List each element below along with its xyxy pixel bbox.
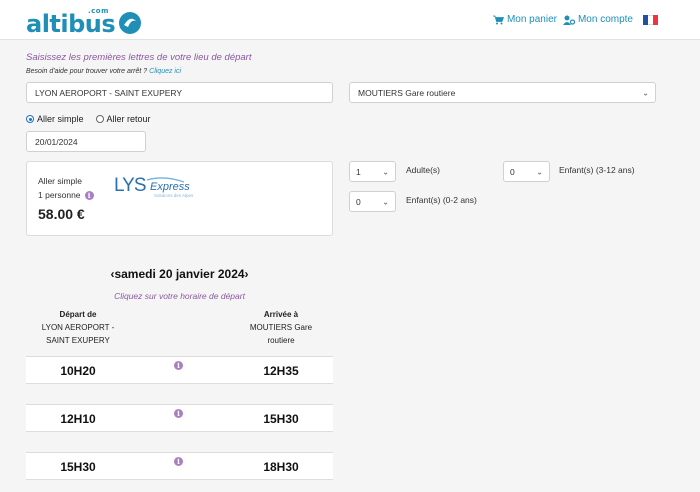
schedule-row[interactable]: 10H20 i 12H35 xyxy=(26,356,333,384)
radio-round-trip-label: Aller retour xyxy=(106,114,151,124)
stop-help-text: Besoin d'aide pour trouver votre arrêt ? xyxy=(26,68,148,75)
schedule-date-title: samedi 20 janvier 2024 xyxy=(114,267,245,281)
price-card: Aller simple 1 personne i 58.00 € LYS Ex… xyxy=(26,161,333,236)
altibus-logo[interactable]: altibus .com xyxy=(26,6,143,36)
departure-input[interactable]: LYON AEROPORT - SAINT EXUPERY xyxy=(26,82,333,103)
adults-value: 1 xyxy=(356,166,361,177)
persons-count: 1 personne i xyxy=(38,190,94,200)
shopping-cart-icon xyxy=(492,15,504,24)
departure-header-title: Départ de xyxy=(59,310,97,319)
french-flag-icon[interactable] xyxy=(643,14,658,25)
arrival-place-line2: routiere xyxy=(267,336,295,345)
info-icon[interactable]: i xyxy=(174,457,183,466)
chevron-down-icon: ⌄ xyxy=(536,167,543,176)
info-icon[interactable]: i xyxy=(174,361,183,370)
radio-round-trip[interactable]: Aller retour xyxy=(95,114,151,124)
schedule-row[interactable]: 15H30 i 18H30 xyxy=(26,452,333,480)
schedule-row[interactable]: 12H10 i 15H30 xyxy=(26,404,333,432)
persons-text: 1 personne xyxy=(38,190,81,200)
children-value: 0 xyxy=(510,166,515,177)
trip-type-text: Aller simple xyxy=(38,176,82,186)
total-price: 58.00 € xyxy=(38,206,85,222)
radio-one-way[interactable]: Aller simple xyxy=(26,114,84,124)
arrival-select[interactable]: MOUTIERS Gare routiere ⌄ xyxy=(349,82,656,103)
site-header: altibus .com Mon panier Mon compte xyxy=(0,0,700,40)
radio-indicator xyxy=(95,115,104,123)
departure-time: 12H10 xyxy=(60,412,96,426)
adults-label: Adulte(s) xyxy=(406,165,441,175)
chevron-down-icon: ⌄ xyxy=(382,167,389,176)
arrival-place-line1: MOUTIERS Gare xyxy=(249,323,313,332)
arrival-header-title: Arrivée à xyxy=(263,310,299,319)
children-label: Enfant(s) (3-12 ans) xyxy=(559,165,635,175)
schedule-date-nav: ‹samedi 20 janvier 2024› xyxy=(26,267,333,281)
arrival-select-value: MOUTIERS Gare routiere xyxy=(358,87,456,98)
stop-help-link[interactable]: Cliquez ici xyxy=(149,68,181,75)
infants-select[interactable]: 0 ⌄ xyxy=(349,191,396,212)
children-select[interactable]: 0 ⌄ xyxy=(503,161,550,182)
adults-select[interactable]: 1 ⌄ xyxy=(349,161,396,182)
user-gear-icon xyxy=(562,15,575,25)
account-link[interactable]: Mon compte xyxy=(562,14,633,25)
departure-time: 15H30 xyxy=(60,460,96,474)
account-label: Mon compte xyxy=(577,14,633,25)
svg-text:LYS: LYS xyxy=(114,175,146,196)
arrival-time: 18H30 xyxy=(263,460,299,474)
arrival-time: 12H35 xyxy=(263,364,299,378)
info-icon[interactable]: i xyxy=(174,409,183,418)
departure-place-line1: LYON AEROPORT - xyxy=(41,323,115,332)
departure-hint: Saisissez les premières lettres de votre… xyxy=(26,52,252,63)
logo-wordmark: altibus .com xyxy=(26,7,116,38)
chevron-down-icon: ⌄ xyxy=(642,88,649,97)
chevron-down-icon: ⌄ xyxy=(382,197,389,206)
cart-label: Mon panier xyxy=(506,14,557,25)
departure-place-line2: SAINT EXUPERY xyxy=(46,336,110,345)
svg-text:Solutions des Alpes: Solutions des Alpes xyxy=(154,193,194,198)
trip-type-radios: Aller simple Aller retour xyxy=(26,114,151,124)
arrival-time: 15H30 xyxy=(263,412,299,426)
info-icon[interactable]: i xyxy=(84,190,94,200)
next-day-arrow[interactable]: › xyxy=(245,267,249,281)
radio-indicator-checked xyxy=(26,115,34,123)
stop-help: Besoin d'aide pour trouver votre arrêt ?… xyxy=(26,68,181,75)
infants-label: Enfant(s) (0-2 ans) xyxy=(406,195,477,205)
radio-one-way-label: Aller simple xyxy=(37,114,84,124)
schedule-click-hint: Cliquez sur votre horaire de départ xyxy=(114,291,245,301)
lys-express-logo: LYS Express Solutions des Alpes xyxy=(114,175,194,198)
departure-time: 10H20 xyxy=(60,364,96,378)
water-drop-icon xyxy=(119,12,142,34)
departure-column-header: Départ de LYON AEROPORT - SAINT EXUPERY xyxy=(26,308,130,347)
svg-text:Express: Express xyxy=(150,181,190,193)
header-nav: Mon panier Mon compte xyxy=(492,14,658,25)
logo-com-suffix: .com xyxy=(88,7,109,15)
infants-value: 0 xyxy=(356,196,361,207)
cart-link[interactable]: Mon panier xyxy=(492,14,557,25)
date-input[interactable]: 20/01/2024 xyxy=(26,131,146,152)
arrival-column-header: Arrivée à MOUTIERS Gare routiere xyxy=(229,308,333,347)
